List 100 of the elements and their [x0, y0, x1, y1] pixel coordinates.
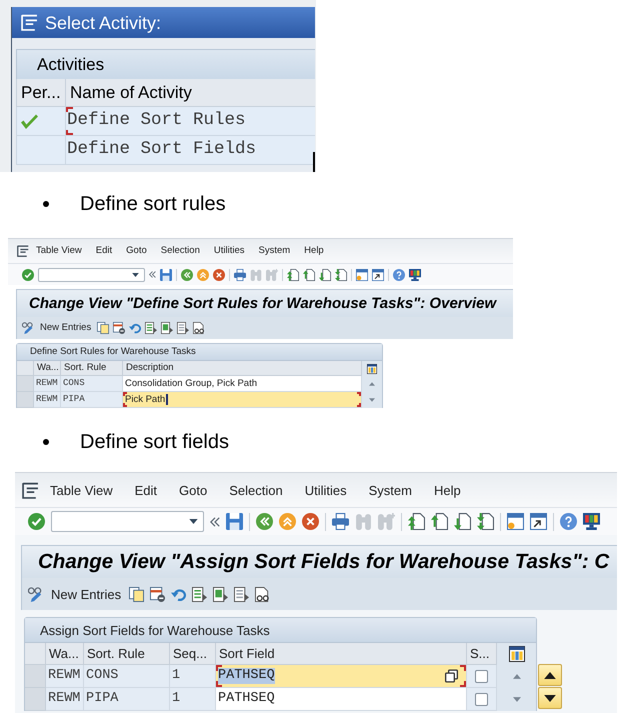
printer-icon[interactable] — [234, 268, 246, 280]
menu-item[interactable]: Edit — [88, 246, 120, 256]
page-down-icon[interactable] — [319, 268, 331, 280]
bullet-text: Define sort fields — [80, 432, 229, 452]
table-cell: REWM — [34, 392, 61, 408]
page-double-down-icon[interactable] — [335, 268, 347, 280]
window-menu-icon[interactable] — [22, 482, 39, 498]
command-field[interactable] — [38, 268, 145, 282]
activity-name: Define Sort Rules — [67, 112, 246, 130]
save-icon[interactable] — [226, 513, 243, 530]
page-double-down-icon[interactable] — [477, 513, 494, 530]
activity-row[interactable]: Define Sort Rules — [16, 107, 315, 136]
glasses-pencil-icon[interactable] — [28, 586, 43, 602]
checkbox[interactable] — [475, 670, 488, 682]
select-all-icon[interactable] — [145, 322, 158, 334]
select-all-cell[interactable] — [25, 643, 46, 665]
menu-item[interactable]: Utilities — [294, 484, 358, 496]
toolbar-button[interactable]: New Entries — [49, 588, 124, 600]
bullet-text: Define sort rules — [80, 194, 226, 214]
checkbox[interactable] — [475, 692, 488, 706]
menu-item[interactable]: Edit — [124, 484, 168, 496]
activity-row[interactable]: Define Sort Fields — [16, 136, 315, 165]
activity-name: Define Sort Fields — [67, 141, 256, 159]
glasses-pencil-icon[interactable] — [22, 322, 34, 334]
copy-icon[interactable] — [129, 586, 144, 602]
menu-item[interactable]: Table View — [39, 484, 124, 496]
menu-item[interactable]: Utilities — [206, 246, 252, 256]
deselect-icon[interactable] — [177, 322, 190, 334]
input-field[interactable]: Pick Path — [123, 392, 362, 408]
column-header: Description — [123, 361, 362, 376]
column-header: Sort Field — [216, 643, 467, 665]
check-icon[interactable] — [22, 268, 34, 280]
input-field[interactable]: PATHSEQ — [216, 665, 467, 688]
input-field[interactable]: PATHSEQ — [216, 688, 467, 711]
monitor-icon[interactable] — [409, 268, 421, 280]
menu-item[interactable]: Selection — [218, 484, 294, 496]
page-down-icon[interactable] — [454, 513, 471, 530]
window-menu-icon[interactable] — [17, 245, 29, 257]
table-cell: CONS — [84, 665, 170, 688]
select-all-cell[interactable] — [17, 361, 34, 376]
help-icon[interactable] — [393, 268, 405, 280]
double-chevron-icon[interactable] — [210, 516, 220, 526]
help-icon[interactable] — [560, 513, 577, 530]
toolbar-button[interactable]: New Entries — [38, 323, 94, 333]
page-up-icon[interactable] — [303, 268, 315, 280]
menu-item[interactable]: Table View — [29, 246, 89, 256]
page-double-up-icon[interactable] — [287, 268, 299, 280]
table-cell: CONS — [61, 376, 123, 392]
menu-item[interactable]: Help — [297, 246, 331, 256]
cancel-icon[interactable] — [213, 268, 225, 280]
scroll-down-arrow-icon[interactable] — [512, 697, 520, 702]
select-block-icon[interactable] — [161, 322, 174, 334]
table-cell: REWM — [46, 665, 84, 688]
menu-item[interactable]: Selection — [154, 246, 207, 256]
menu-item[interactable]: System — [358, 484, 423, 496]
table-cell: 1 — [170, 688, 216, 711]
table-cell: REWM — [46, 688, 84, 711]
check-icon[interactable] — [28, 513, 45, 530]
menu-item[interactable]: Help — [422, 484, 472, 496]
menu-item[interactable]: System — [251, 246, 298, 256]
scroll-down-button[interactable] — [538, 687, 562, 709]
menu-item[interactable]: Goto — [119, 246, 154, 256]
stacked-squares-icon[interactable] — [445, 670, 458, 682]
scroll-up-arrow-icon[interactable] — [369, 382, 375, 386]
table-cell: PIPA — [84, 688, 170, 711]
column-settings-icon[interactable] — [508, 646, 524, 662]
column-header: Wa... — [46, 643, 84, 665]
printer-icon[interactable] — [332, 513, 349, 530]
cancel-icon[interactable] — [302, 513, 319, 530]
column-settings-icon[interactable] — [367, 364, 377, 374]
document-glasses-icon[interactable] — [255, 586, 270, 602]
double-chevron-icon[interactable] — [149, 271, 156, 278]
monitor-icon[interactable] — [583, 513, 600, 530]
screen-title: Change View "Assign Sort Fields for Warehouse Tasks": C — [38, 552, 610, 572]
delete-row-icon[interactable] — [150, 586, 166, 602]
undo-icon[interactable] — [171, 586, 186, 602]
table-caption: Assign Sort Fields for Warehouse Tasks — [40, 624, 270, 636]
document-glasses-icon[interactable] — [193, 322, 206, 334]
delete-row-icon[interactable] — [113, 322, 126, 334]
column-header: Name of Activity — [70, 84, 192, 101]
deselect-icon[interactable] — [234, 586, 250, 602]
dropdown-caret-icon[interactable] — [189, 519, 198, 524]
scroll-up-arrow-icon[interactable] — [512, 674, 520, 679]
command-field[interactable] — [51, 511, 204, 532]
undo-icon[interactable] — [129, 322, 142, 334]
scroll-down-arrow-icon[interactable] — [369, 398, 375, 402]
copy-icon[interactable] — [97, 322, 110, 334]
screen-title: Change View "Define Sort Rules for Warehouse Tasks": Overview — [29, 296, 496, 311]
menu-item[interactable]: Goto — [168, 484, 218, 496]
back-icon[interactable] — [256, 513, 273, 530]
select-block-icon[interactable] — [213, 586, 228, 602]
page-double-up-icon[interactable] — [408, 513, 425, 530]
back-icon[interactable] — [181, 268, 193, 280]
triangle-up-icon — [544, 672, 556, 678]
select-all-icon[interactable] — [192, 586, 208, 602]
page-up-icon[interactable] — [431, 513, 448, 530]
input-field[interactable]: Consolidation Group, Pick Path — [123, 376, 362, 392]
scroll-up-button[interactable] — [538, 664, 562, 686]
dropdown-caret-icon[interactable] — [132, 272, 139, 276]
save-icon[interactable] — [160, 268, 172, 280]
